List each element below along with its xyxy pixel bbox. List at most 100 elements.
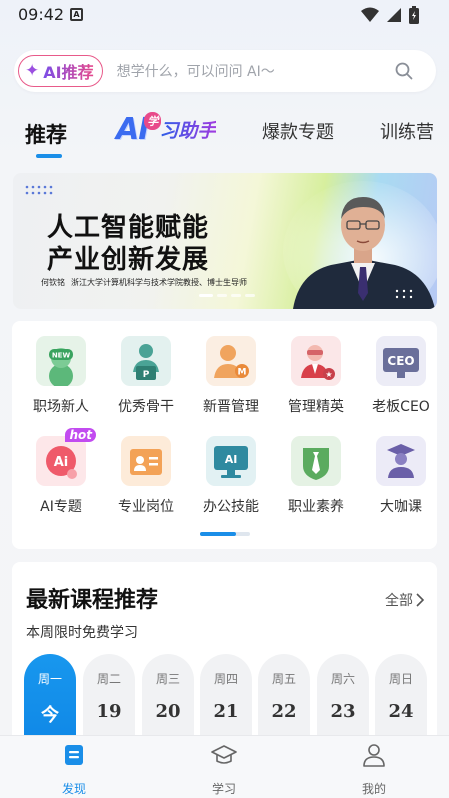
category-professional-post[interactable]: 专业岗位 (103, 436, 189, 516)
search-icon[interactable] (394, 61, 414, 81)
day-date: 24 (388, 701, 414, 722)
category-label: 大咖课 (380, 499, 422, 515)
category-workplace-newbie[interactable]: NEW 职场新人 (18, 336, 104, 416)
status-time: 09:42 (18, 5, 65, 24)
tab-ai-logo-badge: 学 (144, 112, 162, 130)
day-date: 20 (155, 701, 181, 722)
day-weekday: 周二 (96, 672, 121, 686)
category-professionalism[interactable]: 职业素养 (273, 436, 359, 516)
id-card-icon (121, 436, 171, 486)
category-ai-topics[interactable]: Ai hot AI专题 (18, 428, 104, 516)
executive-icon: ★ (291, 336, 341, 386)
cat-icon-badge-text: Ai (54, 455, 69, 470)
cat-icon-badge-text: CEO (387, 354, 414, 368)
day-weekday: 周三 (155, 672, 180, 686)
sparkle-icon: ✦ (25, 61, 40, 81)
category-outstanding-backbone[interactable]: P 优秀骨干 (103, 336, 189, 416)
promo-banner[interactable]: 人工智能赋能 产业创新发展 何钦铭 浙江大学计算机科学与技术学院教授、博士生导师 (13, 173, 437, 309)
banner-title-line2: 产业创新发展 (47, 245, 210, 275)
manager-m-icon: M (206, 336, 256, 386)
nav-study[interactable]: 学习 (184, 742, 264, 797)
nav-discover[interactable]: 发现 (34, 742, 114, 797)
status-bar: 09:42 A (0, 0, 449, 30)
nav-label: 学习 (211, 782, 236, 796)
day-date: 今 (41, 705, 59, 726)
category-label: 专业岗位 (118, 499, 174, 515)
dots-decoration-icon (25, 185, 53, 195)
category-management-elite[interactable]: ★ 管理精英 (273, 336, 359, 416)
chevron-right-icon (416, 593, 425, 607)
latest-courses-section: 最新课程推荐 全部 本周限时免费学习 周一 今 周二 19 周三 20 周四 2… (12, 562, 437, 762)
speaker-desc: 浙江大学计算机科学与技术学院教授、博士生导师 (71, 278, 247, 287)
category-page-indicator-fill (200, 532, 236, 536)
ai-recommend-label: AI推荐 (43, 59, 93, 83)
cat-icon-badge-text: NEW (52, 352, 71, 360)
signal-icon (387, 8, 401, 22)
speaker-name: 何钦铭 (41, 278, 65, 287)
battery-icon (409, 6, 419, 24)
banner-dot (231, 294, 241, 297)
day-weekday: 周日 (388, 672, 413, 686)
notification-a-icon: A (70, 8, 83, 21)
category-new-manager[interactable]: M 新晋管理 (188, 336, 274, 416)
category-label: 办公技能 (203, 499, 259, 515)
discover-icon (65, 745, 83, 765)
hot-badge: hot (65, 428, 96, 442)
day-date: 21 (213, 701, 239, 722)
tab-training-camp[interactable]: 训练营 (380, 118, 434, 144)
tab-hot-topics[interactable]: 爆款专题 (262, 118, 334, 144)
nav-label: 我的 (361, 782, 386, 796)
cat-icon-badge-text: AI (225, 453, 238, 466)
category-page-indicator (200, 532, 250, 536)
nav-mine[interactable]: 我的 (334, 742, 414, 797)
category-label: 管理精英 (288, 399, 344, 415)
svg-text:★: ★ (325, 370, 332, 379)
category-office-skills[interactable]: AI 办公技能 (188, 436, 274, 516)
tab-ai-assistant[interactable]: AI 学 习助手 (116, 112, 216, 147)
active-tab-indicator (36, 154, 62, 158)
tab-ai-logo-rest: 习助手 (159, 116, 216, 143)
banner-page-indicator (199, 294, 255, 297)
search-bar[interactable]: ✦ AI推荐 想学什么，可以问问 AI～ (14, 50, 436, 92)
view-all-button[interactable]: 全部 (385, 590, 425, 610)
tab-recommend[interactable]: 推荐 (25, 119, 67, 149)
category-master-class[interactable]: 大咖课 (358, 436, 437, 516)
bottom-navigation: 发现 学习 我的 (0, 735, 449, 798)
day-date: 22 (271, 701, 297, 722)
banner-dot (245, 294, 255, 297)
banner-dot (217, 294, 227, 297)
day-date: 19 (96, 701, 122, 722)
category-label: 职业素养 (288, 499, 344, 515)
category-label: 老板CEO (372, 399, 430, 415)
day-weekday: 周五 (271, 672, 296, 686)
banner-dot-active (199, 294, 213, 297)
banner-speaker: 何钦铭 浙江大学计算机科学与技术学院教授、博士生导师 (41, 277, 247, 288)
cat-icon-badge-text: P (143, 370, 150, 380)
presenter-icon: P (121, 336, 171, 386)
ai-bot-icon: Ai hot (36, 428, 96, 486)
category-label: 新晋管理 (203, 399, 259, 415)
day-weekday: 周六 (330, 672, 355, 686)
search-input[interactable]: 想学什么，可以问问 AI～ (117, 61, 394, 81)
nav-label: 发现 (61, 782, 86, 796)
category-label: 优秀骨干 (118, 399, 174, 415)
top-tabs: 推荐 AI 学 习助手 爆款专题 训练营 (0, 110, 449, 160)
category-label: 职场新人 (33, 399, 89, 415)
new-badge-person-icon: NEW (36, 336, 86, 388)
graduation-cap-icon (211, 745, 237, 764)
profile-icon (363, 744, 385, 767)
ai-recommend-button[interactable]: ✦ AI推荐 (18, 55, 103, 87)
category-label: AI专题 (40, 499, 82, 515)
graduate-icon (376, 436, 426, 486)
wifi-icon (361, 7, 379, 22)
view-all-label: 全部 (385, 593, 413, 609)
day-weekday: 周四 (213, 672, 238, 686)
section-title: 最新课程推荐 (26, 587, 159, 613)
section-subtitle: 本周限时免费学习 (26, 625, 138, 641)
category-grid: NEW 职场新人 P 优秀骨干 M 新晋管理 ★ 管理精英 CEO 老板CEO … (12, 321, 437, 549)
status-icons (361, 6, 419, 24)
cat-icon-badge-text: M (238, 368, 247, 378)
category-boss-ceo[interactable]: CEO 老板CEO (358, 336, 437, 416)
dots-decoration-icon (395, 289, 413, 299)
ai-monitor-icon: AI (206, 436, 256, 486)
